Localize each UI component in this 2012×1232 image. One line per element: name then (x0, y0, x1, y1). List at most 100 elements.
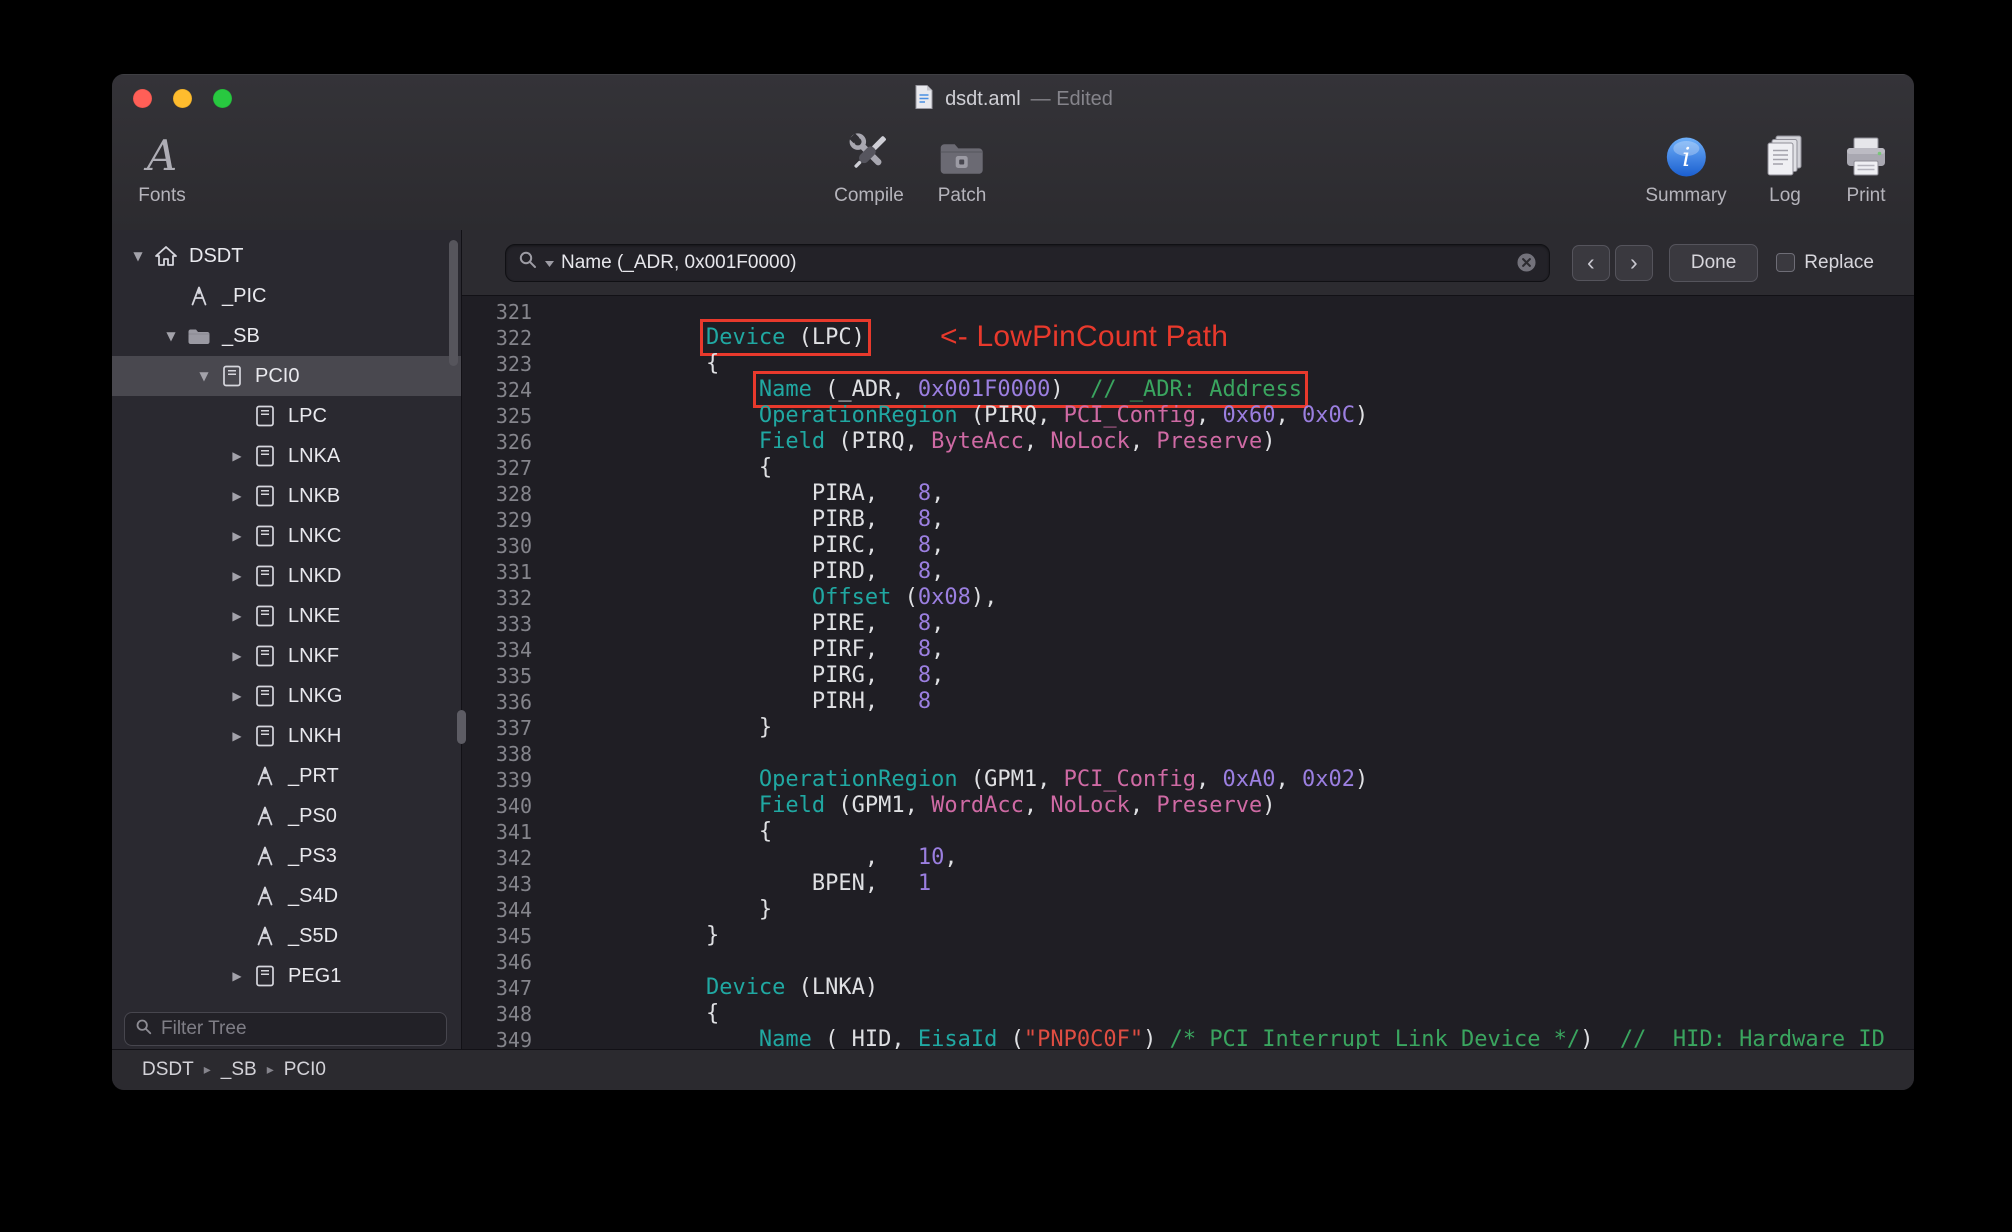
line-number: 339 (495, 768, 532, 792)
toolbar-item-log[interactable]: Log (1764, 126, 1806, 207)
clear-search-button[interactable] (1516, 252, 1537, 273)
desktop: { "colors": { "accent_red": "#e8392c", "… (0, 0, 2012, 1232)
filter-tree-input[interactable]: Filter Tree (124, 1012, 447, 1046)
compile-tools-icon (844, 126, 894, 178)
method-icon (249, 805, 281, 827)
find-previous-button[interactable]: ‹ (1571, 244, 1610, 281)
disclosure-closed-icon[interactable]: ▶ (225, 689, 249, 703)
tree-item-lnkh[interactable]: ▶ LNKH (112, 716, 461, 756)
device-icon (249, 484, 281, 508)
line-number: 324 (495, 378, 532, 402)
code-text: Name (_HID, EisaId ("PNP0C0F") /* PCI In… (758, 1027, 1885, 1050)
tree-item-pci0[interactable]: ▼ PCI0 (112, 356, 461, 396)
tree-item-_ps3[interactable]: _PS3 (112, 836, 461, 876)
toolbar-item-patch[interactable]: Patch (938, 126, 986, 207)
line-number: 329 (495, 508, 532, 532)
disclosure-closed-icon[interactable]: ▶ (225, 649, 249, 663)
toolbar-label: Compile (834, 185, 904, 206)
disclosure-closed-icon[interactable]: ▶ (225, 609, 249, 623)
replace-toggle[interactable]: Replace (1776, 252, 1874, 274)
breadcrumb-item-pci0[interactable]: PCI0 (284, 1059, 326, 1081)
code-text: PIRC, 8, (547, 533, 945, 558)
search-input[interactable]: Name (_ADR, 0x001F0000) (505, 243, 1550, 282)
tree-item-lnkd[interactable]: ▶ LNKD (112, 556, 461, 596)
tree-item-lnka[interactable]: ▶ LNKA (112, 436, 461, 476)
line-number: 338 (495, 742, 532, 766)
app-window: dsdt.aml — Edited A Fonts Compile Patch … (112, 74, 1914, 1090)
tree-item-lnkc[interactable]: ▶ LNKC (112, 516, 461, 556)
sidebar-scrollbar-thumb[interactable] (449, 240, 458, 366)
code-line: 346 (462, 949, 1914, 975)
code-line: 333 PIRE, 8, (462, 611, 1914, 637)
search-menu-chevron-icon[interactable] (545, 254, 554, 272)
disclosure-open-icon[interactable]: ▼ (159, 329, 183, 343)
tree-item-_ps0[interactable]: _PS0 (112, 796, 461, 836)
tree-item-_sb[interactable]: ▼ _SB (112, 316, 461, 356)
code-line: 344 } (462, 897, 1914, 923)
disclosure-open-icon[interactable]: ▼ (126, 249, 150, 263)
code-text: OperationRegion (GPM1, PCI_Config, 0xA0,… (758, 767, 1369, 792)
tree-item-_s4d[interactable]: _S4D (112, 876, 461, 916)
tree-item-peg1[interactable]: ▶ PEG1 (112, 956, 461, 990)
breadcrumb-item-dsdt[interactable]: DSDT (142, 1059, 194, 1081)
line-number: 342 (495, 846, 532, 870)
toolbar-item-compile[interactable]: Compile (834, 126, 904, 207)
line-number: 333 (495, 612, 532, 636)
tree-item-dsdt[interactable]: ▼ DSDT (112, 236, 461, 276)
tree-item-_prt[interactable]: _PRT (112, 756, 461, 796)
tree-item-label: LNKF (288, 644, 340, 667)
disclosure-closed-icon[interactable]: ▶ (225, 569, 249, 583)
tree-item-lnke[interactable]: ▶ LNKE (112, 596, 461, 636)
tree-item-lnkf[interactable]: ▶ LNKF (112, 636, 461, 676)
window-edited-badge: — Edited (1030, 87, 1113, 110)
code-line: 330 PIRC, 8, (462, 533, 1914, 559)
code-lines: 321 322 Device (LPC) 323 {324 Name (_ADR, … (462, 299, 1914, 1050)
line-number: 322 (495, 326, 532, 350)
tree-item-label: LNKE (288, 604, 341, 627)
tree-item-label: LNKB (288, 484, 341, 507)
line-number: 347 (495, 976, 532, 1000)
line-number: 331 (495, 560, 532, 584)
code-text: } (547, 715, 773, 740)
disclosure-closed-icon[interactable]: ▶ (225, 969, 249, 983)
tree-item-_pic[interactable]: _PIC (112, 276, 461, 316)
find-next-button[interactable]: › (1614, 244, 1653, 281)
code-text: PIRG, 8, (547, 663, 945, 688)
tree-item-_s5d[interactable]: _S5D (112, 916, 461, 956)
toolbar-item-summary[interactable]: i Summary (1645, 126, 1727, 207)
disclosure-closed-icon[interactable]: ▶ (225, 529, 249, 543)
code-editor[interactable]: 321 322 Device (LPC) 323 {324 Name (_ADR, … (462, 297, 1914, 1050)
code-text: Name (_ADR, 0x001F0000) // _ADR: Address (547, 371, 1309, 408)
toolbar-item-print[interactable]: Print (1843, 126, 1889, 207)
code-line: 335 PIRG, 8, (462, 663, 1914, 689)
disclosure-open-icon[interactable]: ▼ (192, 369, 216, 383)
tree-item-lnkg[interactable]: ▶ LNKG (112, 676, 461, 716)
line-number: 341 (495, 820, 532, 844)
disclosure-closed-icon[interactable]: ▶ (225, 489, 249, 503)
folder-icon (183, 327, 215, 346)
line-number: 326 (495, 430, 532, 454)
line-number: 348 (495, 1002, 532, 1026)
disclosure-closed-icon[interactable]: ▶ (225, 729, 249, 743)
tree-item-lpc[interactable]: LPC (112, 396, 461, 436)
search-query-text: Name (_ADR, 0x001F0000) (561, 251, 797, 273)
breadcrumb-item-_sb[interactable]: _SB (221, 1059, 257, 1081)
line-number: 343 (495, 872, 532, 896)
disclosure-closed-icon[interactable]: ▶ (225, 449, 249, 463)
svg-text:i: i (1682, 143, 1690, 173)
annotation-box: Name (_ADR, 0x001F0000) // _ADR: Address (752, 371, 1309, 408)
editor-pane: Name (_ADR, 0x001F0000) ‹ › Done Replace… (462, 230, 1914, 1050)
code-text: { (547, 819, 773, 844)
fonts-icon: A (146, 131, 178, 180)
pane-splitter-handle[interactable] (457, 710, 466, 744)
done-button[interactable]: Done (1668, 243, 1759, 282)
replace-checkbox[interactable] (1776, 253, 1796, 272)
tree-item-label: LNKA (288, 444, 341, 467)
toolbar-label: Fonts (138, 185, 186, 206)
tree-item-lnkb[interactable]: ▶ LNKB (112, 476, 461, 516)
line-number: 337 (495, 716, 532, 740)
toolbar-item-fonts[interactable]: A Fonts (138, 126, 186, 207)
breadcrumb: DSDT ▸ _SB ▸ PCI0 (112, 1049, 1914, 1090)
line-number: 323 (495, 352, 532, 376)
code-text: } (547, 897, 773, 922)
